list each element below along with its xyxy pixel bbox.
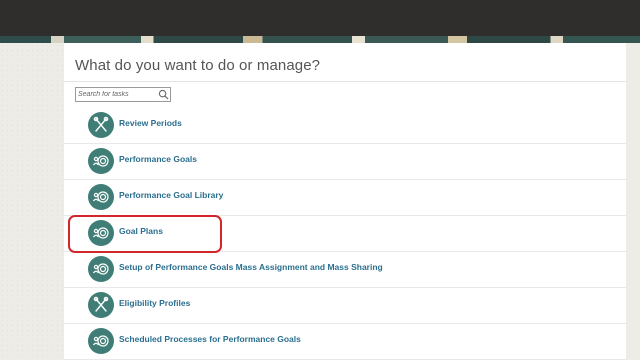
- task-label[interactable]: Setup of Performance Goals Mass Assignme…: [119, 262, 383, 272]
- page-background-right: [626, 43, 640, 360]
- task-label[interactable]: Scheduled Processes for Performance Goal…: [119, 334, 301, 344]
- divider: [64, 81, 626, 82]
- search-icon[interactable]: [158, 89, 169, 100]
- task-row-review-periods[interactable]: Review Periods: [64, 107, 626, 144]
- search-input[interactable]: [76, 88, 154, 101]
- target-people-icon: [88, 184, 114, 210]
- target-people-icon: [88, 328, 114, 354]
- target-people-icon: [88, 148, 114, 174]
- task-label[interactable]: Review Periods: [119, 118, 182, 128]
- page-title: What do you want to do or manage?: [75, 57, 321, 74]
- tasks-panel: What do you want to do or manage? Review…: [64, 43, 626, 360]
- task-row-eligibility-profiles[interactable]: Eligibility Profiles: [64, 287, 626, 324]
- task-row-performance-goals[interactable]: Performance Goals: [64, 143, 626, 180]
- task-row-mass-assignment-sharing[interactable]: Setup of Performance Goals Mass Assignme…: [64, 251, 626, 288]
- top-bar: [0, 0, 640, 36]
- task-label[interactable]: Performance Goal Library: [119, 190, 223, 200]
- task-row-scheduled-processes[interactable]: Scheduled Processes for Performance Goal…: [64, 323, 626, 360]
- target-people-icon: [88, 256, 114, 282]
- goal-plans-highlight-box: [68, 215, 222, 253]
- scissors-tools-icon: [88, 292, 114, 318]
- task-label[interactable]: Eligibility Profiles: [119, 298, 190, 308]
- decorative-banner: [0, 36, 640, 43]
- task-label[interactable]: Performance Goals: [119, 154, 197, 164]
- scissors-tools-icon: [88, 112, 114, 138]
- task-row-performance-goal-library[interactable]: Performance Goal Library: [64, 179, 626, 216]
- search-box: [75, 87, 171, 102]
- page-background: [0, 43, 64, 360]
